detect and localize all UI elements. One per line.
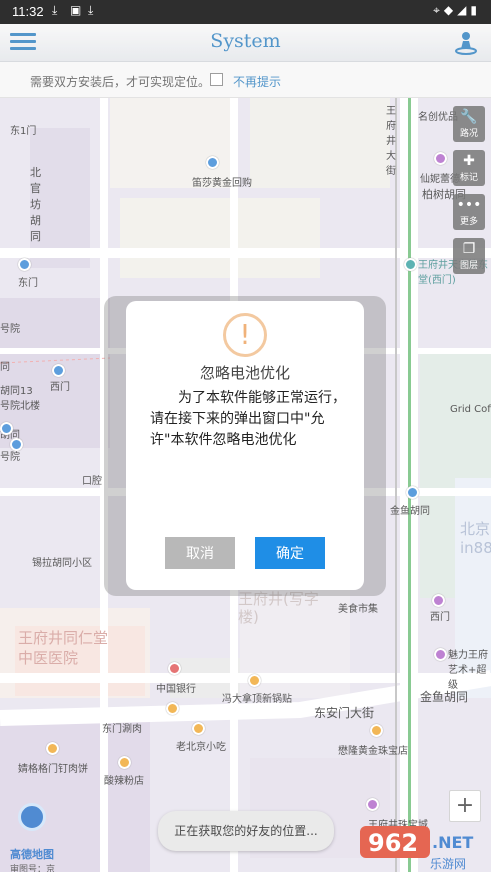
- cancel-button[interactable]: 取消: [165, 537, 235, 569]
- app-screen: 11:32 ⤓ ▣ ⤓ ⌖◆◢▮ System 需要双方安装后，才可实现定位。 …: [0, 0, 491, 872]
- battery-optimization-dialog: ! 忽略电池优化 为了本软件能够正常运行，请在接下来的弹出窗口中"允许"本软件忽…: [126, 301, 364, 590]
- warning-icon: !: [223, 313, 267, 357]
- ok-button[interactable]: 确定: [255, 537, 325, 569]
- dialog-message: 为了本软件能够正常运行，请在接下来的弹出窗口中"允许"本软件忽略电池优化: [150, 390, 346, 448]
- dialog-title: 忽略电池优化: [199, 364, 290, 382]
